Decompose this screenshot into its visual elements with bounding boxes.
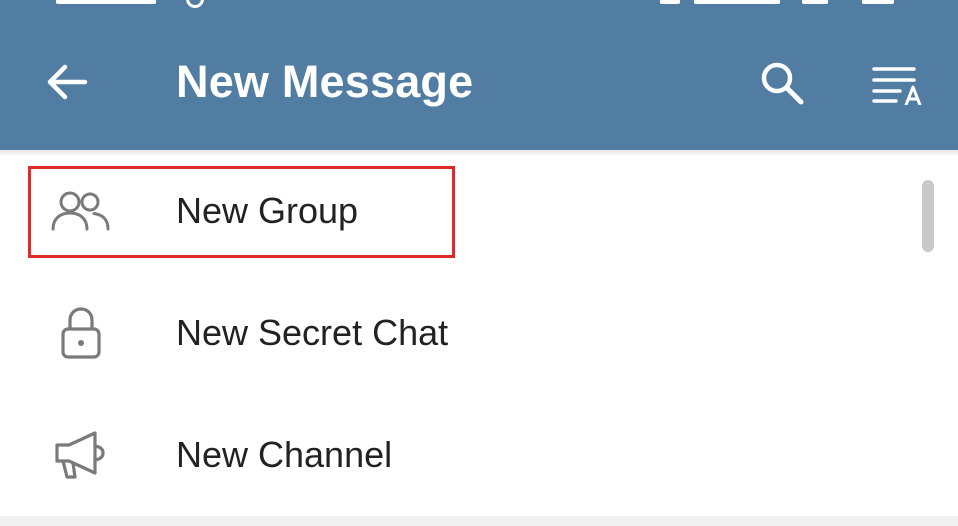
menu-item-label: New Group bbox=[176, 190, 359, 231]
menu-item-label: New Secret Chat bbox=[176, 312, 449, 353]
battery-icon bbox=[862, 0, 894, 4]
time-text-fragment bbox=[56, 0, 156, 4]
menu-item-new-channel[interactable]: New Channel bbox=[0, 394, 958, 516]
sort-button[interactable] bbox=[866, 56, 930, 110]
screen: New Message New Group New Secret Chat Ne… bbox=[0, 0, 958, 526]
megaphone-icon bbox=[46, 425, 116, 485]
menu-item-new-group[interactable]: New Group bbox=[0, 150, 958, 272]
menu-item-label: New Channel bbox=[176, 434, 393, 475]
scrollbar[interactable] bbox=[922, 180, 934, 252]
app-toolbar: New Message bbox=[0, 0, 958, 150]
menu-item-new-secret-chat[interactable]: New Secret Chat bbox=[0, 272, 958, 394]
section-divider bbox=[0, 516, 958, 526]
alarm-icon bbox=[186, 0, 204, 8]
arrow-left-icon bbox=[47, 64, 88, 100]
search-button[interactable] bbox=[752, 56, 812, 110]
signal-icon bbox=[660, 0, 680, 4]
wifi-icon bbox=[744, 0, 780, 4]
search-icon bbox=[761, 62, 804, 105]
group-icon bbox=[46, 181, 116, 241]
back-button[interactable] bbox=[38, 56, 96, 108]
page-title: New Message bbox=[176, 56, 474, 107]
signal-bars-icon bbox=[802, 0, 828, 4]
status-bar bbox=[0, 0, 958, 14]
lock-icon bbox=[46, 303, 116, 363]
new-message-options-list: New Group New Secret Chat New Channel bbox=[0, 150, 958, 516]
sort-alpha-icon bbox=[872, 67, 922, 105]
